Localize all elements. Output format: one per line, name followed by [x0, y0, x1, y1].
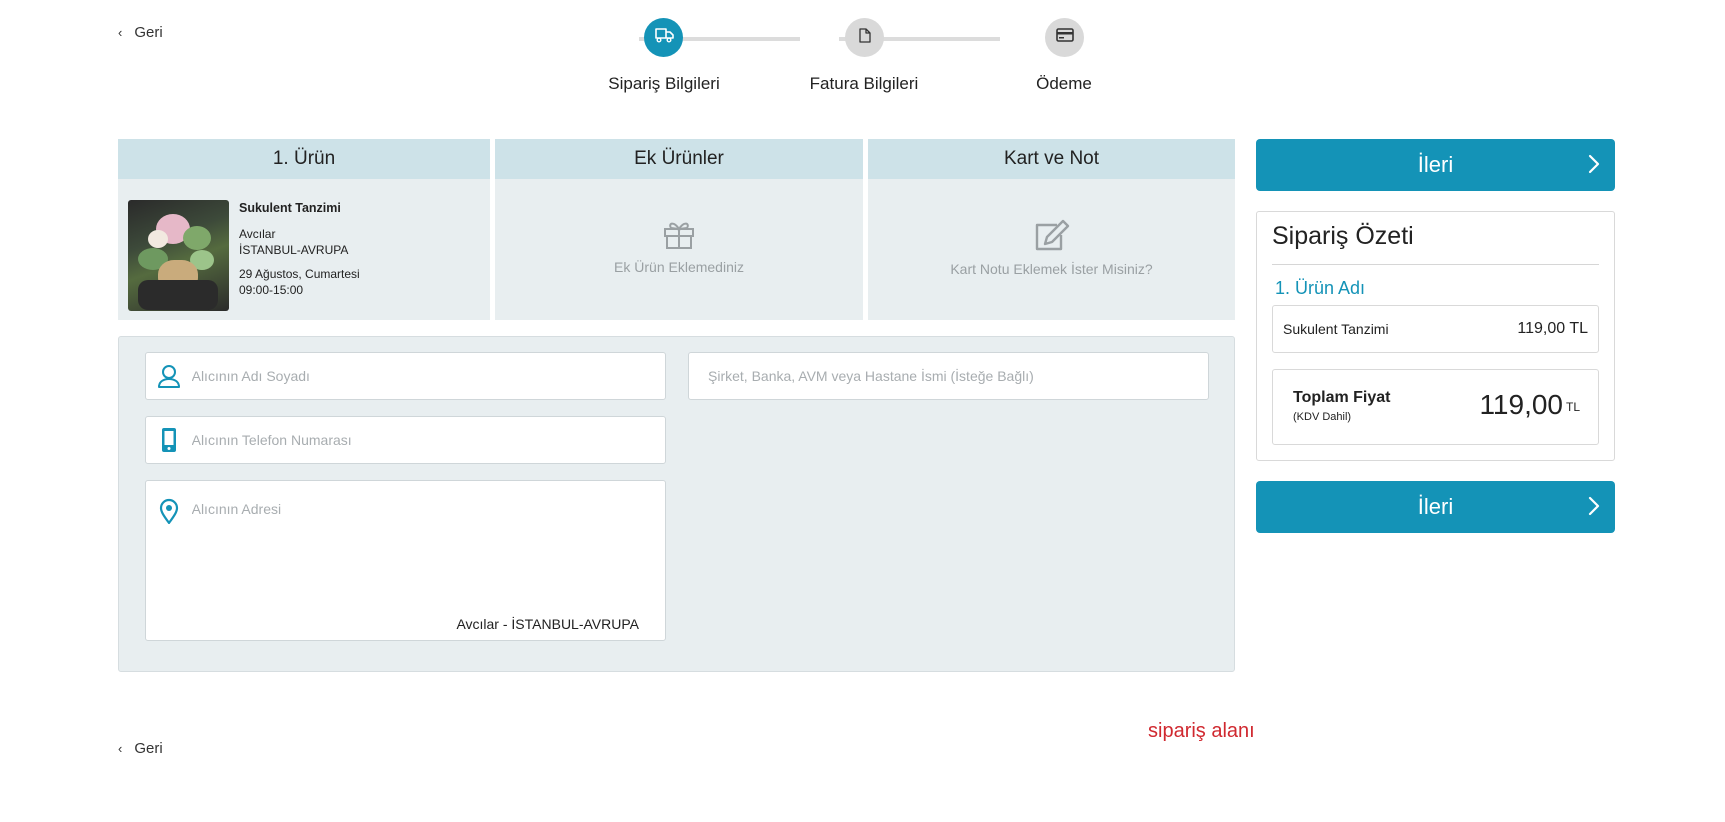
summary-divider	[1272, 264, 1599, 265]
extras-empty-text: Ek Ürün Eklemediniz	[614, 259, 744, 275]
summary-item-row: Sukulent Tanzimi 119,00 TL	[1272, 305, 1599, 353]
recipient-phone-field[interactable]	[145, 416, 666, 464]
next-button-bottom[interactable]: İleri	[1256, 481, 1615, 533]
location-pin-icon	[146, 481, 192, 524]
address-location: Avcılar - İSTANBUL-AVRUPA	[456, 616, 639, 632]
step-payment[interactable]	[1045, 18, 1084, 57]
document-icon	[858, 27, 871, 48]
back-link-top[interactable]: ‹ Geri	[118, 24, 163, 41]
recipient-phone-input[interactable]	[191, 432, 665, 448]
summary-title: Sipariş Özeti	[1272, 222, 1414, 250]
truck-icon	[654, 27, 674, 48]
chevron-right-icon	[1587, 153, 1601, 181]
product-image	[128, 200, 229, 311]
step-label-invoice: Fatura Bilgileri	[809, 74, 919, 93]
step-invoice-info[interactable]	[845, 18, 884, 57]
chevron-right-icon	[1587, 495, 1601, 523]
company-field[interactable]	[688, 352, 1209, 400]
recipient-name-field[interactable]	[145, 352, 666, 400]
total-vat-note: (KDV Dahil)	[1293, 411, 1352, 423]
extras-tab-header: Ek Ürünler	[495, 139, 863, 179]
total-value: 119,00	[1479, 389, 1563, 420]
company-input[interactable]	[689, 368, 1208, 384]
mobile-phone-icon	[146, 427, 192, 453]
chevron-left-icon: ‹	[118, 25, 123, 40]
delivery-date: 29 Ağustos, Cumartesi	[239, 267, 360, 281]
recipient-name-input[interactable]	[191, 368, 665, 384]
product-city: İSTANBUL-AVRUPA	[239, 243, 349, 257]
recipient-address-field[interactable]: Avcılar - İSTANBUL-AVRUPA	[145, 480, 666, 641]
step-label-payment: Ödeme	[1036, 74, 1092, 93]
product-tab[interactable]: 1. Ürün Sukulent Tanzimi Avcılar İSTANBU…	[118, 139, 490, 320]
summary-total: Toplam Fiyat (KDV Dahil) 119,00 TL	[1272, 369, 1599, 445]
next-button-label: İleri	[1417, 494, 1454, 519]
product-name: Sukulent Tanzimi	[239, 201, 341, 215]
product-info: Sukulent Tanzimi Avcılar İSTANBUL-AVRUPA…	[239, 200, 360, 298]
checkout-stepper: Sipariş Bilgileri Fatura Bilgileri Ödeme	[600, 18, 1092, 98]
card-note-empty-text: Kart Notu Eklemek İster Misiniz?	[950, 261, 1153, 277]
card-note-empty-state: Kart Notu Eklemek İster Misiniz?	[868, 219, 1235, 277]
recipient-form: Avcılar - İSTANBUL-AVRUPA	[118, 336, 1235, 672]
delivery-time: 09:00-15:00	[239, 283, 304, 297]
summary-item-price: 119,00 TL	[1517, 320, 1588, 337]
next-button-label: İleri	[1417, 152, 1454, 177]
total-currency: TL	[1565, 400, 1580, 414]
gift-icon	[495, 219, 863, 249]
extras-empty-state: Ek Ürün Eklemediniz	[495, 219, 863, 275]
credit-card-icon	[1055, 28, 1074, 47]
total-label: Toplam Fiyat	[1293, 389, 1391, 406]
next-button-top[interactable]: İleri	[1256, 139, 1615, 191]
annotation-note: sipariş alanı	[1148, 720, 1255, 742]
step-order-info[interactable]	[644, 18, 683, 57]
order-summary: Sipariş Özeti 1. Ürün Adı Sukulent Tanzi…	[1256, 211, 1615, 461]
back-label: Geri	[134, 24, 163, 41]
summary-item-header: 1. Ürün Adı	[1275, 278, 1366, 298]
chevron-left-icon: ‹	[118, 741, 123, 756]
back-label: Geri	[134, 740, 163, 757]
summary-item-name: Sukulent Tanzimi	[1283, 321, 1389, 337]
back-link-bottom[interactable]: ‹ Geri	[118, 740, 163, 757]
card-note-tab[interactable]: Kart ve Not Kart Notu Eklemek İster Misi…	[868, 139, 1235, 320]
order-items-panel: 1. Ürün Sukulent Tanzimi Avcılar İSTANBU…	[118, 139, 1235, 320]
product-tab-header: 1. Ürün	[118, 139, 490, 179]
user-icon	[146, 364, 192, 388]
extras-tab[interactable]: Ek Ürünler Ek Ürün Eklemediniz	[495, 139, 863, 320]
step-label-order: Sipariş Bilgileri	[608, 74, 720, 93]
product-district: Avcılar	[239, 227, 276, 241]
edit-icon	[868, 219, 1235, 251]
card-note-tab-header: Kart ve Not	[868, 139, 1235, 179]
recipient-address-input[interactable]	[191, 501, 665, 601]
